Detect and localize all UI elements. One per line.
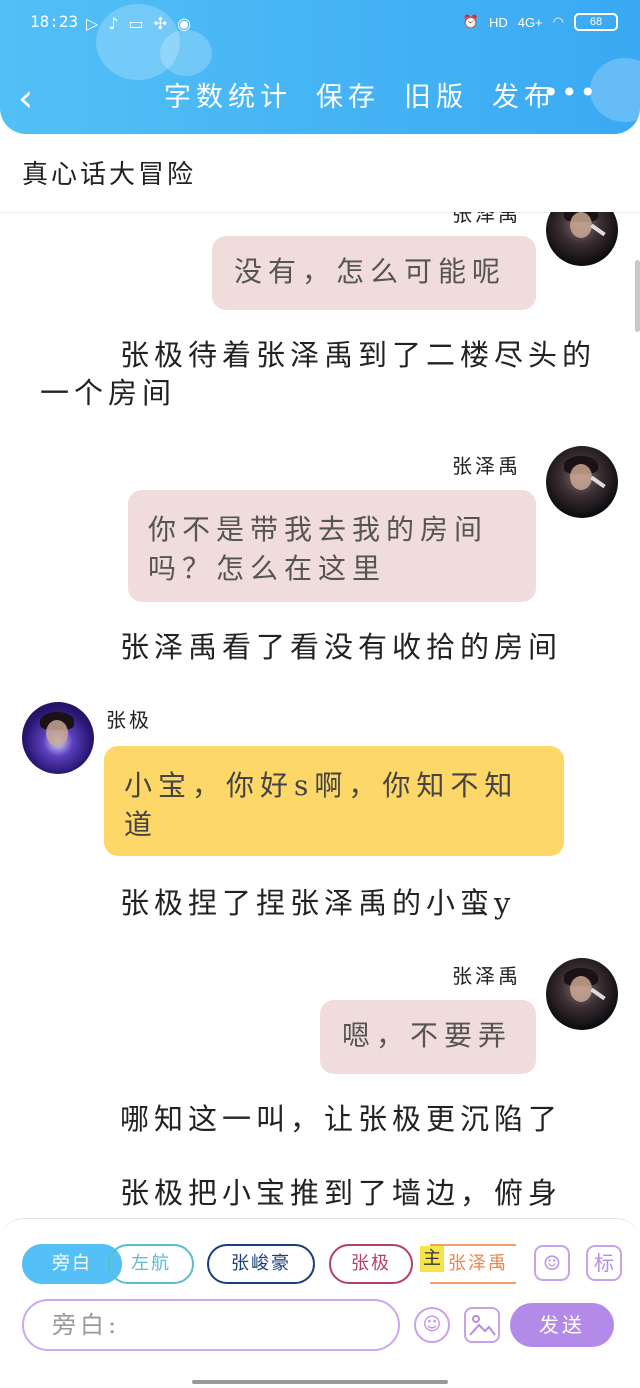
save-button[interactable]: 保存 [316, 78, 380, 118]
speaker-name: 张泽禹 [452, 212, 521, 226]
title-bar: 真心话大冒险 [0, 134, 640, 213]
avatar-face [570, 464, 592, 490]
back-button[interactable]: ‹ [18, 78, 54, 118]
avatar-face [570, 212, 592, 238]
narration-text[interactable]: 张泽禹看了看没有收拾的房间 [40, 628, 600, 666]
add-role-button[interactable]: ☺ [534, 1245, 570, 1281]
speaker-name: 张泽禹 [452, 454, 521, 478]
narration-text[interactable]: 哪知这一叫，让张极更沉陷了 [40, 1100, 600, 1138]
word-count-button[interactable]: 字数统计 [164, 78, 292, 118]
hd-badge: HD [488, 14, 508, 30]
input-panel: 旁白 左航 张峻豪 张极 张泽禹 主 ☺ 标 旁白: ☺ 发送 [0, 1218, 640, 1388]
person-icon: ☺ [543, 1251, 561, 1275]
network-label: 4G+ [517, 14, 543, 30]
avatar[interactable] [22, 702, 94, 774]
fan-app-icon: ✣ [153, 14, 168, 33]
image-button[interactable] [464, 1307, 500, 1343]
tv-app-icon: ▭ [128, 14, 144, 33]
main-role-tag: 主 [420, 1246, 444, 1272]
avatar-mic [590, 987, 606, 1001]
avatar[interactable] [546, 958, 618, 1030]
role-chip-aside[interactable]: 旁白 [22, 1244, 122, 1284]
more-button[interactable]: ••• [542, 76, 598, 109]
narration-text[interactable]: 张极把小宝推到了墙边，俯身 [40, 1174, 600, 1212]
role-chip-zhangji[interactable]: 张极 [329, 1244, 413, 1284]
speaker-name: 张泽禹 [452, 964, 521, 988]
avatar-face [46, 720, 68, 746]
weather-app-icon: ◉ [177, 14, 192, 33]
status-time: 18:23 [30, 12, 79, 31]
story-content[interactable]: 张泽禹 没有，怎么可能呢 张极待着张泽禹到了二楼尽头的一个房间 张泽禹 你不是带… [0, 212, 640, 1218]
speaker-name: 张极 [106, 708, 152, 732]
wifi-icon: ◠ [552, 14, 564, 29]
emoji-button[interactable]: ☺ [414, 1307, 450, 1343]
story-title[interactable]: 真心话大冒险 [22, 154, 196, 191]
scrollbar[interactable] [635, 260, 640, 332]
status-app-icons: ▷ ♪ ▭ ✣ ◉ [86, 14, 191, 33]
message-input[interactable]: 旁白: [22, 1299, 400, 1351]
more-dots-icon: ••• [542, 76, 598, 109]
chat-bubble[interactable]: 没有，怎么可能呢 [212, 236, 536, 310]
chevron-left-icon: ‹ [18, 76, 34, 120]
alarm-icon: ⏰ [462, 14, 479, 29]
send-button[interactable]: 发送 [510, 1303, 614, 1347]
old-version-button[interactable]: 旧版 [404, 78, 468, 118]
avatar-face [570, 976, 592, 1002]
video-app-icon: ▷ [86, 14, 99, 33]
chat-bubble[interactable]: 小宝，你好s啊，你知不知道 [104, 746, 564, 856]
role-chip-zuohang[interactable]: 左航 [108, 1244, 194, 1284]
music-app-icon: ♪ [108, 14, 119, 33]
avatar[interactable] [546, 212, 618, 266]
header-actions: 字数统计 保存 旧版 发布 [164, 78, 556, 118]
chat-bubble[interactable]: 嗯，不要弄 [320, 1000, 536, 1074]
narration-text[interactable]: 张极待着张泽禹到了二楼尽头的一个房间 [40, 336, 600, 412]
avatar-mic [590, 475, 606, 489]
home-indicator[interactable] [192, 1380, 448, 1384]
avatar-mic [590, 223, 606, 237]
header: 18:23 ▷ ♪ ▭ ✣ ◉ ⏰ HD 4G+ ◠ 68 ‹ 字数统计 保存 … [0, 0, 640, 134]
status-right: ⏰ HD 4G+ ◠ 68 [463, 13, 618, 31]
narration-text[interactable]: 张极捏了捏张泽禹的小蛮y [40, 884, 600, 922]
emoji-icon: ☺ [422, 1314, 442, 1335]
battery-icon: 68 [574, 13, 618, 31]
avatar[interactable] [546, 446, 618, 518]
image-icon [469, 1315, 496, 1336]
tag-button[interactable]: 标 [586, 1245, 622, 1281]
role-chip-zhangjunhao[interactable]: 张峻豪 [207, 1244, 315, 1284]
chat-bubble[interactable]: 你不是带我去我的房间吗？怎么在这里 [128, 490, 536, 602]
status-bar: 18:23 ▷ ♪ ▭ ✣ ◉ ⏰ HD 4G+ ◠ 68 [0, 0, 640, 48]
